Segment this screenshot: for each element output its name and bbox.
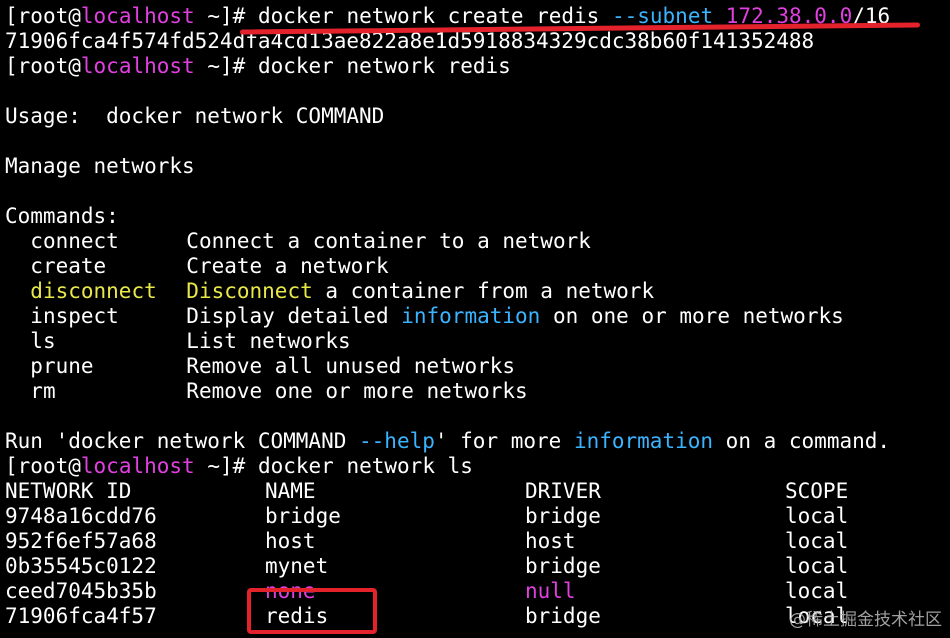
annotation-box — [247, 588, 377, 634]
command-item-prune: prune Remove all unused networks — [30, 354, 516, 378]
table-row: 0b35545c0122 mynet bridge local — [5, 554, 849, 578]
table-row: 9748a16cdd76 bridge bridge local — [5, 504, 849, 528]
commands-header: Commands: — [5, 204, 119, 228]
command-item-rm: rm Remove one or more networks — [30, 379, 528, 403]
manage-text: Manage networks — [5, 154, 195, 178]
table-row: ceed7045b35b none null local — [5, 579, 849, 603]
table-row: 952f6ef57a68 host host local — [5, 529, 849, 553]
command-item-ls: ls List networks — [30, 329, 351, 353]
command-line-redis: [root@localhost ~]# docker network redis — [5, 54, 511, 78]
table-header: NETWORK ID NAME DRIVER SCOPE — [5, 479, 849, 503]
command-item-disconnect: disconnect Disconnect a container from a … — [30, 279, 655, 303]
command-item-create: create Create a network — [30, 254, 389, 278]
watermark: @稀土掘金技术社区 — [789, 610, 942, 630]
help-text: Run 'docker network COMMAND --help' for … — [5, 429, 891, 453]
usage-text: Usage: docker network COMMAND — [5, 104, 385, 128]
command-line-ls: [root@localhost ~]# docker network ls — [5, 454, 473, 478]
network-id-output: 71906fca4f574fd524dfa4cd13ae822a8e1d5918… — [5, 29, 815, 53]
command-item-connect: connect Connect a container to a network — [30, 229, 591, 253]
command-item-inspect: inspect Display detailed information on o… — [30, 304, 844, 328]
terminal-window[interactable]: [root@localhost ~]# docker network creat… — [0, 0, 950, 638]
